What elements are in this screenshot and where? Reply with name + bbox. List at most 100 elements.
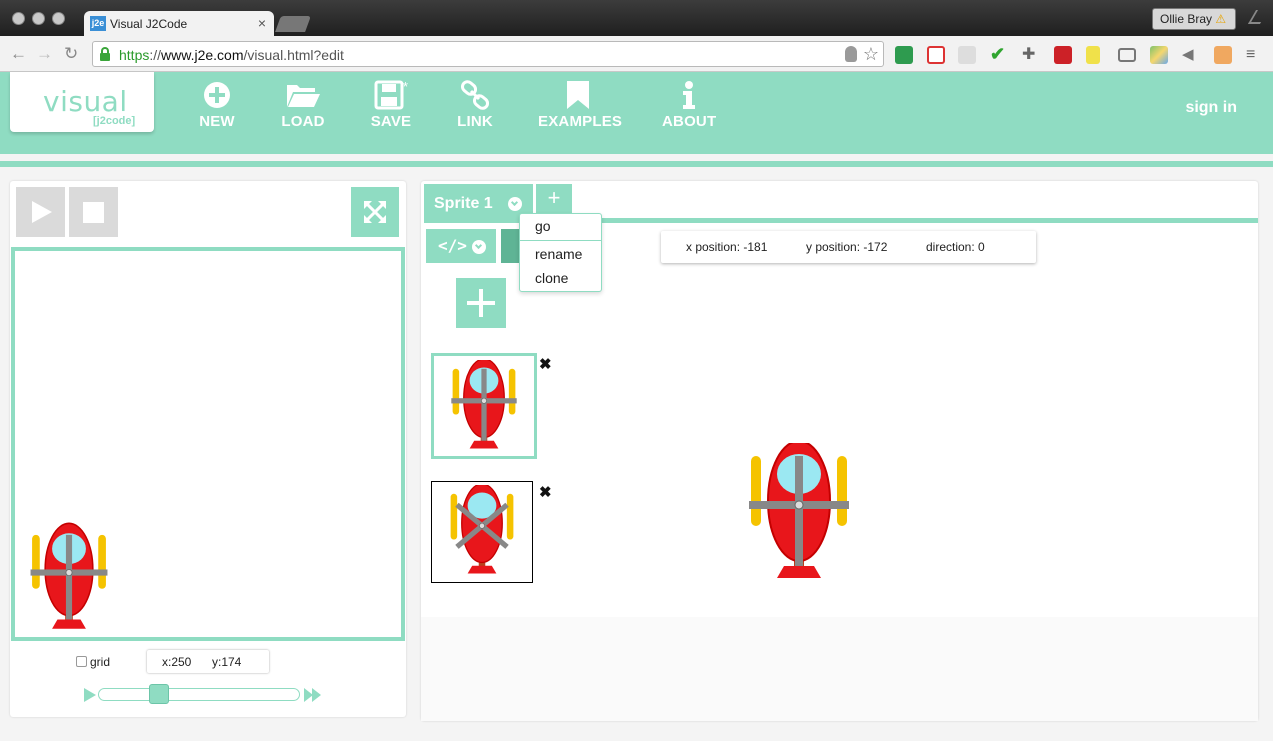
speed-slider-track[interactable] [98,688,300,701]
profile-button[interactable]: Ollie Bray ⚠ [1152,8,1236,30]
direction-readout: direction: 0 [926,240,985,254]
app-logo[interactable]: visual [j2code] [10,72,154,132]
costume-thumbnail-1[interactable] [431,353,537,459]
forward-arrow-icon[interactable]: → [36,44,53,64]
save-icon: * [370,80,412,110]
y-position-readout: y position: -172 [806,240,888,254]
sprite-dropdown-menu: go rename clone [519,213,602,292]
address-bar[interactable]: https://www.j2e.com/visual.html?edit ☆ [92,41,884,67]
y-coordinate: y:174 [212,655,242,669]
costume-preview [748,443,850,579]
x-position-readout: x position: -181 [686,240,768,254]
speed-fast-icon[interactable] [304,688,324,702]
menu-link[interactable]: LINK [456,80,494,130]
bookmark-star-icon[interactable]: ☆ [863,44,879,65]
code-icon: </> [438,236,467,255]
cast-icon[interactable] [1118,48,1136,62]
expand-icon [364,201,386,223]
profile-name: Ollie Bray [1160,12,1213,26]
menu-divider [520,240,601,241]
plus-circle-icon [197,80,237,110]
menu-new-label: NEW [199,113,235,130]
tab-sprite-1[interactable]: Sprite 1 [424,184,533,222]
menu-about[interactable]: ABOUT [662,80,716,130]
menu-item-rename[interactable]: rename [535,246,582,262]
svg-text:*: * [403,80,408,94]
stop-button[interactable] [69,187,118,237]
browser-tab-title: Visual J2Code [110,17,188,31]
add-costume-button[interactable] [456,278,506,328]
info-icon [662,80,716,110]
new-tab-button[interactable] [275,16,311,32]
sprite-tab-label: Sprite 1 [434,195,493,212]
logo-text: visual [43,85,128,118]
menu-examples[interactable]: EXAMPLES [538,80,623,130]
reload-icon[interactable]: ↻ [64,44,78,64]
checkmark-extension-icon[interactable]: ✔ [990,45,1008,64]
gmail-icon[interactable] [927,46,945,64]
menu-item-go[interactable]: go [535,218,551,234]
close-window-button[interactable] [12,12,25,25]
sign-in-link[interactable]: sign in [1185,99,1237,117]
menu-load[interactable]: LOAD [280,80,326,130]
bookmark-icon [538,80,618,110]
menu-hamburger-icon[interactable]: ≡ [1246,46,1264,64]
lightbulb-icon[interactable] [845,46,857,62]
speed-slider-handle[interactable] [149,684,169,704]
stage-panel: grid x:250 y:174 [10,181,406,717]
tab-code[interactable]: </> [426,229,496,263]
minimize-window-button[interactable] [32,12,45,25]
delete-costume-1-icon[interactable]: ✖ [539,355,552,373]
fullscreen-button[interactable] [351,187,399,237]
chevron-down-icon[interactable] [472,240,486,254]
editor-bottom-area [421,617,1258,721]
browser-titlebar: j2e Visual J2Code × Ollie Bray ⚠ [0,0,1273,36]
stage-canvas[interactable] [11,247,405,641]
menu-item-clone[interactable]: clone [535,270,568,286]
menu-new[interactable]: NEW [197,80,237,130]
url-text: https://www.j2e.com/visual.html?edit [119,47,344,63]
play-button[interactable] [16,187,65,237]
fullscreen-window-icon[interactable] [1247,10,1269,24]
helicopter-sprite[interactable] [29,521,109,641]
extension-evernote-icon[interactable] [895,46,913,64]
maps-extension-icon[interactable] [1150,46,1168,64]
menu-about-label: ABOUT [662,113,717,130]
header-divider [0,161,1273,167]
grid-label: grid [90,655,111,669]
chevron-down-icon[interactable] [508,197,522,211]
maximize-window-button[interactable] [52,12,65,25]
warning-icon: ⚠ [1215,12,1227,26]
back-arrow-icon[interactable]: ← [10,44,27,64]
sprite-info-bar: x position: -181 y position: -172 direct… [661,231,1036,263]
grid-checkbox[interactable] [76,656,87,667]
menu-examples-label: EXAMPLES [538,113,623,130]
lock-icon [100,47,110,61]
folder-icon [280,80,326,110]
browser-toolbar: ← → ↻ https://www.j2e.com/visual.html?ed… [0,36,1273,72]
phone-extension-icon[interactable] [1086,46,1100,64]
costume-thumbnail-2[interactable] [431,481,533,583]
menu-save[interactable]: * SAVE [370,80,412,130]
helicopter-costume-icon [449,485,515,575]
logo-subtext: [j2code] [93,115,136,127]
app-header: visual [j2code] NEW LOAD * SAVE LINK EXA… [0,72,1273,154]
pinterest-icon[interactable] [1054,46,1072,64]
link-icon [456,80,494,110]
add-sprite-button[interactable]: + [536,184,572,214]
x-coordinate: x:250 [162,655,192,669]
face-extension-icon[interactable] [1214,46,1232,64]
menu-load-label: LOAD [281,113,325,130]
delete-costume-2-icon[interactable]: ✖ [539,483,552,501]
audio-extension-icon[interactable]: ◀ [1182,46,1200,64]
puzzle-extension-icon[interactable]: ✚ [1022,46,1040,64]
mouse-coordinates: x:250 y:174 [147,650,269,673]
speed-slow-icon[interactable] [84,688,96,702]
stop-icon [83,202,104,223]
tab-close-icon[interactable]: × [258,15,266,31]
helicopter-costume-icon [450,360,518,450]
play-icon [32,201,52,223]
browser-tab-active[interactable]: j2e Visual J2Code × [84,11,274,36]
menu-save-label: SAVE [370,113,412,130]
google-plus-icon[interactable] [958,46,976,64]
